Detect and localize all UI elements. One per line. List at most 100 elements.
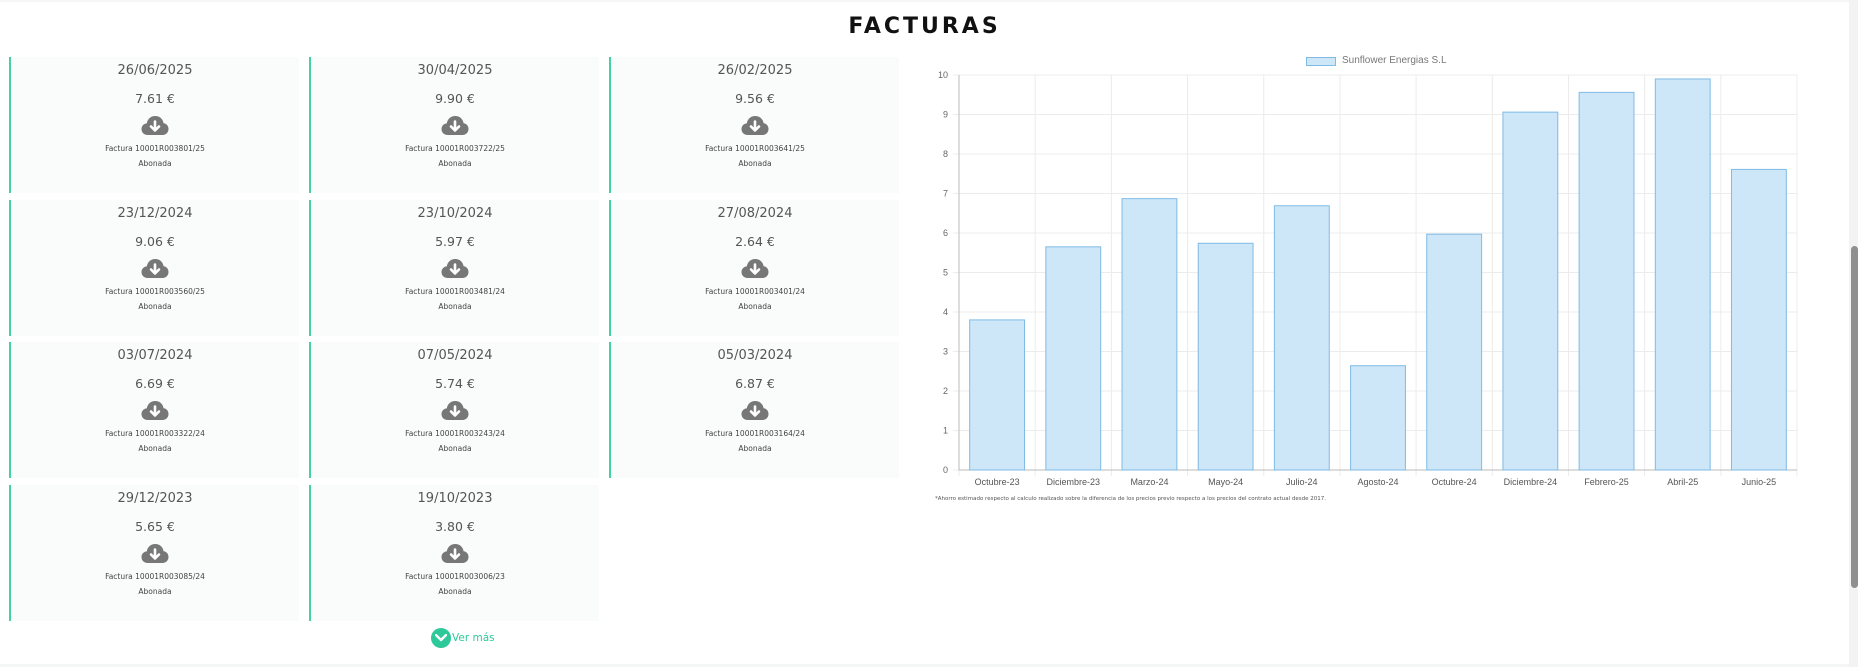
invoice-number: Factura 10001R003006/23 — [405, 572, 505, 581]
y-tick-label: 10 — [938, 70, 948, 80]
invoice-card: 19/10/2023 3.80 € Factura 10001R003006/23 A… — [309, 485, 599, 621]
invoice-date: 23/12/2024 — [117, 206, 193, 221]
invoice-number: Factura 10001R003801/25 — [105, 144, 205, 153]
y-tick-label: 1 — [943, 426, 948, 436]
invoice-card: 07/05/2024 5.74 € Factura 10001R003243/24 A… — [309, 342, 599, 478]
cloud-download-icon[interactable] — [141, 543, 169, 565]
invoice-amount: 6.87 € — [735, 376, 775, 391]
invoice-number: Factura 10001R003164/24 — [705, 429, 805, 438]
cloud-download-icon[interactable] — [441, 400, 469, 422]
bar — [1730, 168, 1787, 471]
invoice-status: Abonada — [138, 587, 172, 596]
invoice-amount: 5.74 € — [435, 376, 475, 391]
invoice-amount: 9.56 € — [735, 91, 775, 106]
bar — [1121, 198, 1178, 471]
cloud-download-icon[interactable] — [141, 258, 169, 280]
invoice-date: 29/12/2023 — [117, 491, 193, 506]
invoice-card: 27/08/2024 2.64 € Factura 10001R003401/24 A… — [609, 200, 899, 336]
y-tick-label: 5 — [943, 268, 948, 278]
x-tick-label: Junio-25 — [1742, 477, 1777, 487]
invoice-card: 23/10/2024 5.97 € Factura 10001R003481/24 A… — [309, 200, 599, 336]
invoice-status: Abonada — [738, 444, 772, 453]
y-tick-label: 7 — [943, 189, 948, 199]
bar — [1350, 365, 1406, 471]
bar — [969, 319, 1026, 471]
invoice-amount: 2.64 € — [735, 234, 775, 249]
invoice-status: Abonada — [138, 159, 172, 168]
invoice-card: 05/03/2024 6.87 € Factura 10001R003164/24 A… — [609, 342, 899, 478]
bar — [1197, 242, 1254, 471]
x-tick-label: Febrero-25 — [1584, 477, 1629, 487]
ver-mas-button[interactable]: Ver más — [431, 628, 495, 648]
x-tick-label: Octubre-23 — [975, 477, 1020, 487]
invoice-number: Factura 10001R003722/25 — [405, 144, 505, 153]
x-tick-label: Abril-25 — [1667, 477, 1698, 487]
y-tick-label: 0 — [943, 465, 948, 475]
invoice-amount: 7.61 € — [135, 91, 175, 106]
y-tick-label: 9 — [943, 110, 948, 120]
invoice-date: 19/10/2023 — [417, 491, 493, 506]
legend-swatch[interactable] — [1306, 57, 1336, 66]
cloud-download-icon[interactable] — [741, 115, 769, 137]
x-tick-label: Diciembre-23 — [1047, 477, 1101, 487]
bar — [1654, 78, 1711, 471]
invoice-card: 26/06/2025 7.61 € Factura 10001R003801/25 A… — [9, 57, 299, 193]
x-tick-label: Julio-24 — [1286, 477, 1318, 487]
invoice-date: 05/03/2024 — [717, 348, 793, 363]
cloud-download-icon[interactable] — [741, 400, 769, 422]
invoice-status: Abonada — [438, 444, 472, 453]
scrollbar-thumb[interactable] — [1851, 246, 1858, 588]
invoice-status: Abonada — [138, 302, 172, 311]
cloud-download-icon[interactable] — [741, 258, 769, 280]
chevron-down-icon — [431, 628, 451, 648]
invoice-amount: 5.97 € — [435, 234, 475, 249]
invoice-date: 26/02/2025 — [717, 63, 793, 78]
chart-footnote: *Ahorro estimado respecto al calculo rea… — [935, 496, 1326, 502]
invoice-number: Factura 10001R003641/25 — [705, 144, 805, 153]
cloud-download-icon[interactable] — [441, 115, 469, 137]
invoice-number: Factura 10001R003322/24 — [105, 429, 205, 438]
invoice-date: 27/08/2024 — [717, 206, 793, 221]
invoice-card: 03/07/2024 6.69 € Factura 10001R003322/24 A… — [9, 342, 299, 478]
y-tick-label: 4 — [943, 307, 948, 317]
bar — [1502, 111, 1559, 471]
bar — [1578, 91, 1635, 471]
y-tick-label: 2 — [943, 386, 948, 396]
invoice-amount: 6.69 € — [135, 376, 175, 391]
savings-bar-chart: 0 1 2 3 4 5 6 7 8 9 10 Octubre-23 Diciembre-23 Marzo-… — [938, 70, 1798, 487]
x-tick-label: Mayo-24 — [1208, 477, 1243, 487]
ver-mas-label: Ver más — [452, 632, 495, 644]
invoice-number: Factura 10001R003085/24 — [105, 572, 205, 581]
x-tick-label: Marzo-24 — [1130, 477, 1168, 487]
invoice-status: Abonada — [438, 587, 472, 596]
cloud-download-icon[interactable] — [141, 400, 169, 422]
cloud-download-icon[interactable] — [441, 258, 469, 280]
invoice-amount: 9.06 € — [135, 234, 175, 249]
x-tick-label: Diciembre-24 — [1504, 477, 1558, 487]
invoice-number: Factura 10001R003560/25 — [105, 287, 205, 296]
invoice-status: Abonada — [438, 302, 472, 311]
invoice-status: Abonada — [738, 159, 772, 168]
invoice-card: 23/12/2024 9.06 € Factura 10001R003560/25 A… — [9, 200, 299, 336]
invoice-status: Abonada — [138, 444, 172, 453]
invoice-date: 03/07/2024 — [117, 348, 193, 363]
invoice-number: Factura 10001R003481/24 — [405, 287, 505, 296]
legend-label[interactable]: Sunflower Energias S.L — [1342, 55, 1447, 66]
y-tick-label: 3 — [943, 347, 948, 357]
cloud-download-icon[interactable] — [141, 115, 169, 137]
y-tick-label: 6 — [943, 228, 948, 238]
invoice-amount: 9.90 € — [435, 91, 475, 106]
invoice-date: 07/05/2024 — [417, 348, 493, 363]
cloud-download-icon[interactable] — [441, 543, 469, 565]
invoice-card: 30/04/2025 9.90 € Factura 10001R003722/25 A… — [309, 57, 599, 193]
y-tick-label: 8 — [943, 149, 948, 159]
invoice-status: Abonada — [738, 302, 772, 311]
invoice-amount: 5.65 € — [135, 519, 175, 534]
bar — [1426, 233, 1483, 471]
invoice-card: 29/12/2023 5.65 € Factura 10001R003085/24 A… — [9, 485, 299, 621]
invoice-date: 23/10/2024 — [417, 206, 493, 221]
bar — [1273, 205, 1330, 471]
invoice-card: 26/02/2025 9.56 € Factura 10001R003641/25 A… — [609, 57, 899, 193]
invoice-number: Factura 10001R003243/24 — [405, 429, 505, 438]
x-tick-label: Agosto-24 — [1357, 477, 1398, 487]
